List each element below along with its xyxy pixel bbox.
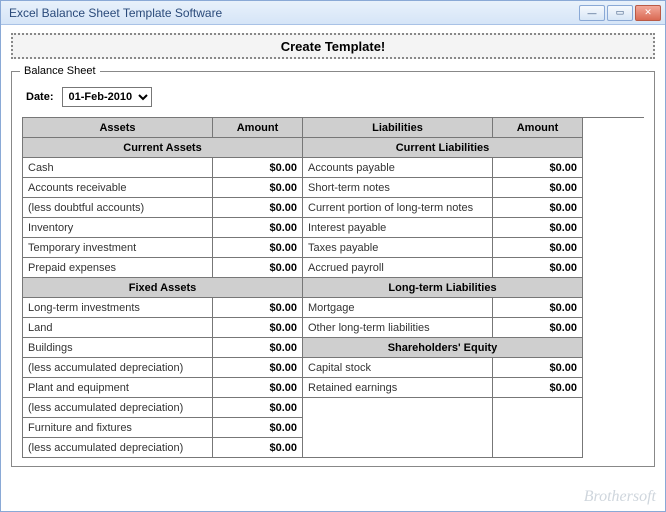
balance-sheet-fieldset: Balance Sheet Date: 01-Feb-2010 Assets A… — [11, 65, 655, 467]
amount-ip: $0.00 — [493, 218, 583, 238]
section-current-assets: Current Assets — [23, 138, 303, 158]
amount-cash: $0.00 — [213, 158, 303, 178]
label-lad1: (less accumulated depreciation) — [23, 358, 213, 378]
fieldset-legend: Balance Sheet — [20, 65, 100, 77]
section-fixed-assets: Fixed Assets — [23, 278, 303, 298]
header-assets: Assets — [23, 118, 213, 138]
label-buildings: Buildings — [23, 338, 213, 358]
window-title: Excel Balance Sheet Template Software — [9, 6, 579, 20]
section-shareholders-equity: Shareholders' Equity — [303, 338, 583, 358]
label-plant: Plant and equipment — [23, 378, 213, 398]
label-lad3: (less accumulated depreciation) — [23, 438, 213, 458]
label-ar: Accounts receivable — [23, 178, 213, 198]
amount-ap: $0.00 — [493, 158, 583, 178]
label-retained: Retained earnings — [303, 378, 493, 398]
amount-oltl: $0.00 — [493, 318, 583, 338]
label-cpltn: Current portion of long-term notes — [303, 198, 493, 218]
amount-capital: $0.00 — [493, 358, 583, 378]
empty-cell — [303, 418, 493, 438]
label-land: Land — [23, 318, 213, 338]
amount-apr: $0.00 — [493, 258, 583, 278]
amount-plant: $0.00 — [213, 378, 303, 398]
header-amount-left: Amount — [213, 118, 303, 138]
titlebar: Excel Balance Sheet Template Software — … — [1, 1, 665, 25]
window-content: Create Template! Balance Sheet Date: 01-… — [1, 25, 665, 511]
create-template-button[interactable]: Create Template! — [11, 33, 655, 59]
amount-inventory: $0.00 — [213, 218, 303, 238]
label-ap: Accounts payable — [303, 158, 493, 178]
label-temp-inv: Temporary investment — [23, 238, 213, 258]
amount-temp-inv: $0.00 — [213, 238, 303, 258]
amount-prepaid: $0.00 — [213, 258, 303, 278]
amount-ar: $0.00 — [213, 178, 303, 198]
date-row: Date: 01-Feb-2010 — [20, 83, 646, 117]
label-prepaid: Prepaid expenses — [23, 258, 213, 278]
empty-cell — [493, 418, 583, 438]
label-apr: Accrued payroll — [303, 258, 493, 278]
maximize-button[interactable]: ▭ — [607, 5, 633, 21]
app-window: Excel Balance Sheet Template Software — … — [0, 0, 666, 512]
label-ip: Interest payable — [303, 218, 493, 238]
label-lt-inv: Long-term investments — [23, 298, 213, 318]
amount-tp: $0.00 — [493, 238, 583, 258]
label-furniture: Furniture and fixtures — [23, 418, 213, 438]
label-lad2: (less accumulated depreciation) — [23, 398, 213, 418]
amount-stn: $0.00 — [493, 178, 583, 198]
amount-lad3: $0.00 — [213, 438, 303, 458]
amount-buildings: $0.00 — [213, 338, 303, 358]
section-current-liabilities: Current Liabilities — [303, 138, 583, 158]
label-cash: Cash — [23, 158, 213, 178]
amount-furniture: $0.00 — [213, 418, 303, 438]
amount-lt-inv: $0.00 — [213, 298, 303, 318]
window-controls: — ▭ ✕ — [579, 5, 661, 21]
empty-cell — [303, 438, 493, 458]
date-select[interactable]: 01-Feb-2010 — [62, 87, 152, 107]
balance-sheet-grid: Assets Amount Liabilities Amount Current… — [22, 117, 644, 458]
minimize-button[interactable]: — — [579, 5, 605, 21]
empty-cell — [303, 398, 493, 418]
label-oltl: Other long-term liabilities — [303, 318, 493, 338]
header-amount-right: Amount — [493, 118, 583, 138]
label-mortgage: Mortgage — [303, 298, 493, 318]
amount-land: $0.00 — [213, 318, 303, 338]
amount-lad2: $0.00 — [213, 398, 303, 418]
empty-cell — [493, 438, 583, 458]
amount-lad1: $0.00 — [213, 358, 303, 378]
close-button[interactable]: ✕ — [635, 5, 661, 21]
amount-lda: $0.00 — [213, 198, 303, 218]
section-long-term-liabilities: Long-term Liabilities — [303, 278, 583, 298]
amount-retained: $0.00 — [493, 378, 583, 398]
label-capital: Capital stock — [303, 358, 493, 378]
label-tp: Taxes payable — [303, 238, 493, 258]
amount-cpltn: $0.00 — [493, 198, 583, 218]
label-inventory: Inventory — [23, 218, 213, 238]
header-liabilities: Liabilities — [303, 118, 493, 138]
date-label: Date: — [26, 91, 54, 103]
amount-mortgage: $0.00 — [493, 298, 583, 318]
label-stn: Short-term notes — [303, 178, 493, 198]
empty-cell — [493, 398, 583, 418]
label-lda: (less doubtful accounts) — [23, 198, 213, 218]
